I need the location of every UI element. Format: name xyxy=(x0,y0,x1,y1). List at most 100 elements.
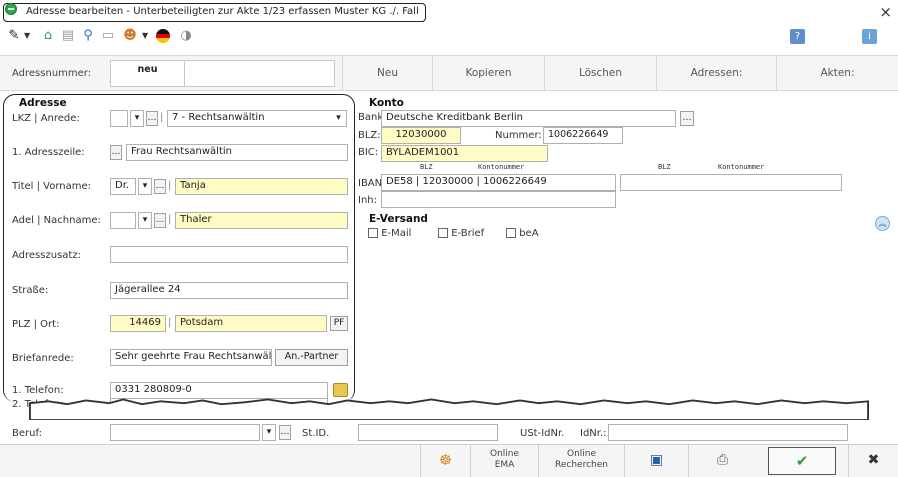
separator: | xyxy=(168,214,172,225)
adel-nachname-label: Adel | Nachname: xyxy=(12,215,101,226)
bank-search-button[interactable]: … xyxy=(680,111,694,126)
ort-input[interactable]: Potsdam xyxy=(175,315,327,332)
info-icon[interactable]: i xyxy=(862,29,877,44)
anrede-select[interactable]: 7 - Rechtsanwältin xyxy=(167,110,347,127)
cancel-button[interactable]: ✖ xyxy=(848,444,898,477)
online-recherchen-button[interactable]: Online Recherchen xyxy=(538,444,624,477)
chevron-down-icon[interactable]: ▾ xyxy=(262,424,276,441)
adressnummer-extra-field[interactable] xyxy=(185,60,335,87)
online-ema-button[interactable]: Online EMA xyxy=(470,444,538,477)
iban-input[interactable]: DE58 | 12030000 | 1006226649 xyxy=(381,174,616,191)
info-circle-icon[interactable]: ◑ xyxy=(178,28,194,44)
app-icon xyxy=(5,3,17,15)
flag-de-icon[interactable] xyxy=(155,28,171,44)
chevron-down-icon[interactable]: ▾ xyxy=(130,110,144,127)
more-button[interactable]: … xyxy=(146,111,158,126)
strasse-input[interactable]: Jägerallee 24 xyxy=(110,282,348,299)
new-button[interactable]: Neu xyxy=(342,55,432,91)
addresses-button[interactable]: Adressen: xyxy=(656,55,776,91)
delete-button[interactable]: Löschen xyxy=(544,55,656,91)
inhaber-input[interactable] xyxy=(381,191,616,208)
ebrief-label: E-Brief xyxy=(451,228,485,239)
briefanrede-input[interactable]: Sehr geehrte Frau Rechtsanwäl xyxy=(110,349,272,366)
lkz-field[interactable] xyxy=(110,110,128,127)
more-button[interactable]: … xyxy=(110,145,122,160)
globe-icon[interactable]: ☸ xyxy=(420,444,470,477)
chevron-down-icon[interactable]: ▾ xyxy=(331,111,346,126)
kontonummer-input[interactable]: 1006226649 xyxy=(543,127,623,144)
nummer-label: Nummer: xyxy=(495,130,542,141)
titel-select[interactable]: Dr. xyxy=(110,178,136,195)
bea-label: beA xyxy=(519,228,539,239)
more-button[interactable]: … xyxy=(279,425,291,440)
email-label: E-Mail xyxy=(381,228,412,239)
scripts-icon[interactable]: ✎ xyxy=(6,28,22,44)
adel-select[interactable] xyxy=(110,212,136,229)
ebrief-checkbox[interactable]: E-Brief xyxy=(438,228,484,239)
nachname-input[interactable]: Thaler xyxy=(175,212,348,229)
kontonummer-hint: Kontonummer xyxy=(478,163,525,171)
bank-input[interactable]: Deutsche Kreditbank Berlin xyxy=(381,110,676,127)
ansprechpartner-button[interactable]: An.-Partner xyxy=(275,349,348,366)
vorname-input[interactable]: Tanja xyxy=(175,178,348,195)
card-icon[interactable]: ▭ xyxy=(100,28,116,44)
iban-extra-input[interactable] xyxy=(620,174,842,191)
adresszusatz-input[interactable] xyxy=(110,246,348,263)
home-icon[interactable]: ⌂ xyxy=(40,28,56,44)
more-button[interactable]: … xyxy=(154,179,166,194)
adresszusatz-label: Adresszusatz: xyxy=(12,250,81,261)
checkbox-icon[interactable] xyxy=(438,228,448,238)
chevron-down-icon[interactable]: ▼ xyxy=(142,31,148,40)
steuer-id-label: St.ID. xyxy=(302,428,330,439)
inhaber-label: Inh: xyxy=(358,195,377,206)
files-button[interactable]: Akten: xyxy=(776,55,898,91)
separator: | xyxy=(168,180,172,191)
save-icon[interactable]: ▣ xyxy=(624,444,688,477)
ust-idnr-label: USt-IdNr. xyxy=(520,428,565,439)
adresszeile-label: 1. Adresszeile: xyxy=(12,147,85,158)
chevron-down-icon[interactable]: ▼ xyxy=(24,31,30,40)
help-icon[interactable]: ? xyxy=(790,29,805,44)
print-icon[interactable]: ⎙ xyxy=(688,444,756,477)
search-icon[interactable]: ⚲ xyxy=(80,28,96,44)
titel-vorname-label: Titel | Vorname: xyxy=(12,181,92,192)
checkbox-icon[interactable] xyxy=(368,228,378,238)
bic-input[interactable]: BYLADEM1001 xyxy=(381,145,548,162)
postfach-button[interactable]: PF xyxy=(330,316,348,331)
chevron-down-icon[interactable]: ▾ xyxy=(138,212,152,229)
beruf-label: Beruf: xyxy=(12,428,42,439)
people-icon[interactable]: ☻ xyxy=(122,28,138,44)
steuer-id-input[interactable] xyxy=(358,424,498,441)
adresszeile-input[interactable]: Frau Rechtsanwältin xyxy=(126,144,348,161)
confirm-button[interactable]: ✔ xyxy=(768,447,836,475)
blz-hint: BLZ xyxy=(420,163,433,171)
idnr-input[interactable] xyxy=(608,424,848,441)
blz-input[interactable]: 12030000 xyxy=(381,127,461,144)
eversand-section-title: E-Versand xyxy=(369,213,428,225)
separator: | xyxy=(168,317,172,328)
collapse-icon[interactable]: ︽ xyxy=(875,216,890,231)
chevron-down-icon[interactable]: ▾ xyxy=(138,178,152,195)
bea-checkbox[interactable]: beA xyxy=(506,228,539,239)
more-button[interactable]: … xyxy=(154,213,166,228)
bic-label: BIC: xyxy=(358,147,379,158)
strasse-label: Straße: xyxy=(12,285,49,296)
window-title: Adresse bearbeiten - Unterbeteiligten zu… xyxy=(3,3,426,22)
adressnummer-label: Adressnummer: xyxy=(12,68,92,79)
email-checkbox[interactable]: E-Mail xyxy=(368,228,411,239)
address-section-title: Adresse xyxy=(19,97,67,109)
separator: | xyxy=(160,112,164,123)
beruf-input[interactable] xyxy=(110,424,260,441)
lkz-anrede-label: LKZ | Anrede: xyxy=(12,113,80,124)
briefanrede-label: Briefanrede: xyxy=(12,353,74,364)
torn-edge-divider xyxy=(28,398,869,420)
plz-ort-label: PLZ | Ort: xyxy=(12,319,60,330)
blz-label: BLZ: xyxy=(358,130,381,141)
copy-button[interactable]: Kopieren xyxy=(432,55,544,91)
document-icon[interactable]: ▤ xyxy=(60,28,76,44)
blz-hint-2: BLZ xyxy=(658,163,671,171)
adressnummer-field[interactable]: neu xyxy=(110,60,185,87)
close-icon[interactable]: × xyxy=(879,3,892,21)
plz-input[interactable]: 14469 xyxy=(110,315,166,332)
checkbox-icon[interactable] xyxy=(506,228,516,238)
